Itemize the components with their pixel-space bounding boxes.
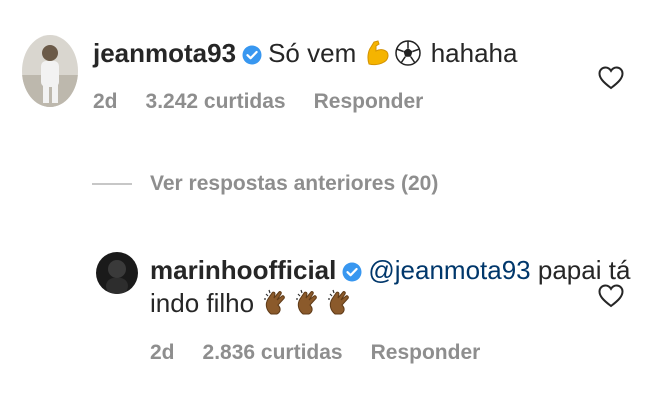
mention-link[interactable]: @jeanmota93	[368, 255, 530, 285]
comment-text-line2: indo filho	[150, 288, 255, 318]
comment-2-meta: 2d 2.836 curtidas Responder	[150, 341, 508, 365]
like-heart-icon[interactable]	[598, 66, 624, 95]
comment-2-body: marinhoofficial @jeanmota93 papai tá	[150, 255, 630, 288]
clapping-hands-icon	[327, 288, 355, 322]
comment-1-body: jeanmota93 Só vem hahaha	[93, 38, 517, 72]
clapping-hands-icon	[295, 288, 323, 322]
comment-username[interactable]: jeanmota93	[93, 38, 236, 68]
comment-likes-count[interactable]: 3.242 curtidas	[146, 90, 286, 113]
verified-badge-icon	[342, 258, 362, 288]
comment-text: papai tá	[537, 255, 631, 285]
reply-button[interactable]: Responder	[371, 341, 481, 364]
comment-timestamp: 2d	[150, 341, 175, 364]
comment-timestamp: 2d	[93, 90, 118, 113]
comment-2-body-line2: indo filho	[150, 288, 357, 322]
verified-badge-icon	[242, 41, 262, 71]
comment-text: Só vem	[268, 38, 357, 68]
avatar-photo-jeanmota93	[22, 35, 78, 107]
avatar-marinhoofficial[interactable]	[96, 252, 138, 294]
clapping-hands-icon	[263, 288, 291, 322]
avatar-photo-marinhoofficial	[96, 252, 138, 294]
flexed-biceps-icon	[365, 38, 391, 72]
like-heart-icon[interactable]	[598, 284, 624, 313]
comment-username[interactable]: marinhoofficial	[150, 255, 336, 285]
comment-likes-count[interactable]: 2.836 curtidas	[203, 341, 343, 364]
comment-text-after: hahaha	[430, 38, 518, 68]
avatar-jeanmota93[interactable]	[22, 35, 78, 107]
replies-divider-line	[92, 183, 132, 185]
comment-1-meta: 2d 3.242 curtidas Responder	[93, 90, 451, 114]
reply-button[interactable]: Responder	[314, 90, 424, 113]
view-replies-label: Ver respostas anteriores (20)	[150, 172, 439, 195]
view-previous-replies-button[interactable]: Ver respostas anteriores (20)	[92, 172, 438, 196]
soccer-ball-icon	[395, 40, 422, 72]
